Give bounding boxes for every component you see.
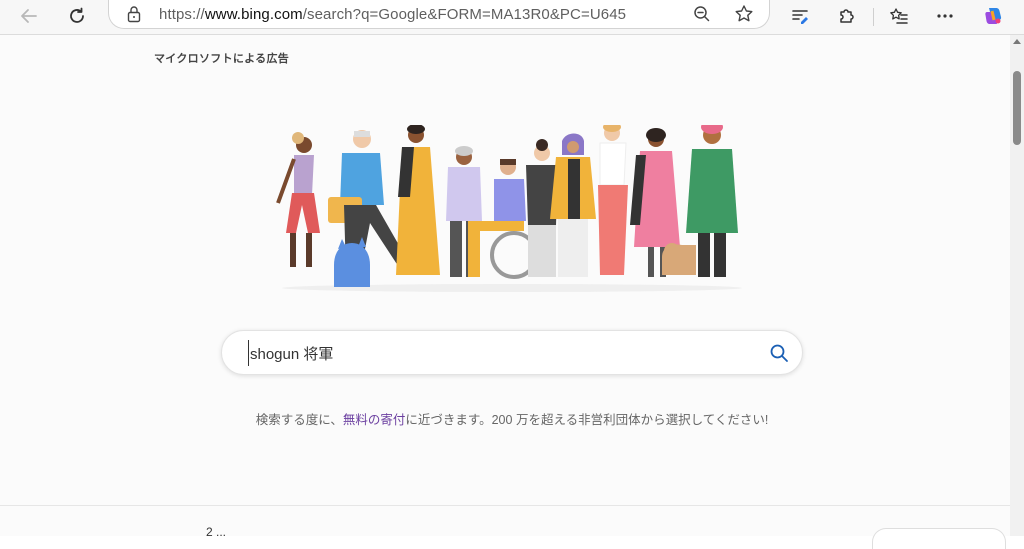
section-divider	[0, 505, 1010, 506]
rewards-tagline: 検索する度に、無料の寄付に近づきます。200 万を超える非営利団体から選択してく…	[255, 413, 769, 427]
toolbar-separator	[873, 8, 874, 26]
bing-page: マイクロソフトによる広告 shogun 将軍 検索する度に、無料の寄付に近づきま…	[0, 35, 1010, 549]
favorites-list-icon[interactable]	[884, 2, 914, 30]
diverse-people-illustration	[276, 125, 742, 292]
copilot-icon[interactable]	[979, 2, 1009, 30]
bottom-text-fragment: 2 ...	[206, 525, 227, 539]
scroll-thumb[interactable]	[1013, 71, 1021, 145]
search-box[interactable]	[221, 330, 803, 375]
puzzle-extensions-icon[interactable]	[832, 2, 862, 30]
scroll-up-arrow-icon[interactable]	[1013, 39, 1021, 44]
reading-view-icon[interactable]	[785, 2, 815, 30]
url-text[interactable]: https://www.bing.com/search?q=Google&FOR…	[159, 6, 626, 23]
ad-label: マイクロソフトによる広告	[154, 53, 290, 65]
free-donation-link[interactable]: 無料の寄付	[343, 413, 406, 427]
more-dots-icon[interactable]	[930, 2, 960, 30]
address-bar[interactable]: https://www.bing.com/search?q=Google&FOR…	[108, 0, 770, 29]
search-icon[interactable]	[768, 342, 790, 364]
search-input[interactable]	[248, 340, 750, 366]
lock-icon[interactable]	[126, 5, 142, 23]
refresh-icon[interactable]	[62, 2, 92, 30]
star-icon[interactable]	[733, 3, 755, 25]
vertical-scrollbar[interactable]	[1010, 35, 1024, 536]
back-arrow-icon[interactable]	[14, 2, 44, 30]
browser-toolbar: https://www.bing.com/search?q=Google&FOR…	[0, 0, 1024, 35]
bottom-pill-button[interactable]	[872, 528, 1006, 549]
zoom-out-icon[interactable]	[692, 4, 712, 24]
